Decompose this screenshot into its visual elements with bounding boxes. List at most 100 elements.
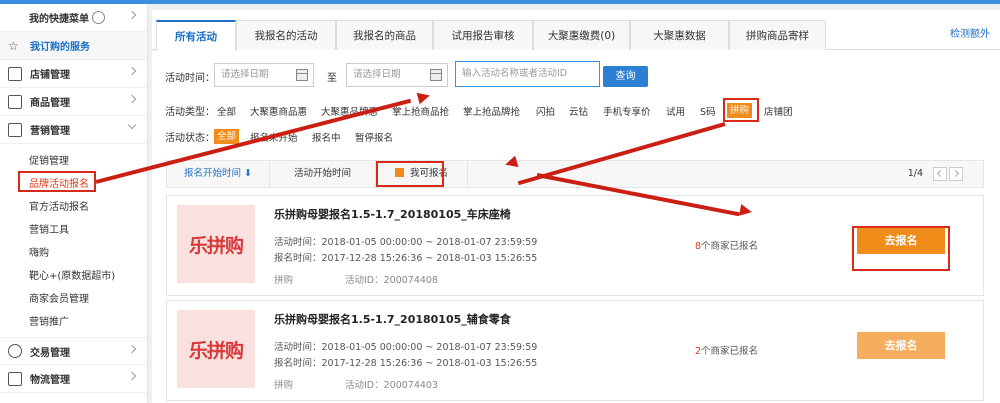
sidebar-subitem-member-mgmt[interactable]: 商家会员管理 [0, 288, 147, 311]
sidebar-subitem-haigou[interactable]: 嗨购 [0, 242, 147, 265]
activity-id: 活动ID：200074408 [345, 275, 439, 286]
sidebar-item-goods[interactable]: 商品管理 [0, 88, 147, 116]
highlight-box-pingou [723, 98, 759, 122]
truck-icon [8, 371, 22, 386]
end-date-input[interactable]: 请选择日期 [346, 63, 448, 87]
tab-all-activities[interactable]: 所有活动 [156, 20, 236, 51]
tab-jhs-payment[interactable]: 大聚惠缴费(0) [533, 20, 630, 50]
merchant-count-suffix: 个商家已报名 [701, 346, 759, 357]
activity-title[interactable]: 乐拼购母婴报名1.5-1.7_20180105_车床座椅 [274, 206, 511, 222]
type-option-jhs-goods[interactable]: 大聚惠商品惠 [250, 104, 307, 118]
chevron-right-icon [127, 66, 137, 76]
sort-activity-time[interactable]: 活动开始时间 [270, 161, 376, 187]
activity-status-label: 活动状态： [165, 133, 215, 144]
query-button[interactable]: 查询 [603, 66, 648, 87]
sidebar-item-my-services[interactable]: ☆ 我订购的服务 [0, 32, 147, 60]
pingou-logo-text: 乐拼购 [188, 339, 244, 362]
status-option-open[interactable]: 报名中 [312, 130, 341, 144]
signup-time: 报名时间：2017-12-28 15:26:36 ~ 2018-01-03 15… [274, 358, 538, 369]
sidebar-item-label: 交易管理 [30, 347, 70, 359]
highlight-box-signup-button [852, 226, 950, 271]
chevron-right-icon [127, 94, 137, 104]
briefcase-icon [8, 122, 22, 137]
sidebar-subitem-target-plus[interactable]: 靶心+(原数据超市) [0, 265, 147, 288]
tab-pingou-samples[interactable]: 拼购商品寄样 [729, 20, 826, 50]
activity-id: 活动ID：200074403 [345, 380, 439, 391]
type-option-yunzuan[interactable]: 云钻 [569, 104, 588, 118]
gear-icon[interactable] [92, 11, 105, 24]
merchant-count: 2个商家已报名 [695, 343, 758, 357]
type-option-trial[interactable]: 试用 [666, 104, 685, 118]
pingou-logo-text: 乐拼购 [188, 234, 244, 257]
status-option-paused[interactable]: 暂停报名 [355, 130, 393, 144]
chevron-down-icon [127, 120, 137, 130]
annotation-arrowhead [738, 203, 754, 219]
sidebar-item-label: 物流管理 [30, 375, 70, 386]
activity-search-input[interactable]: 输入活动名称或者活动ID [455, 61, 600, 87]
shop-icon [8, 66, 22, 81]
chevron-right-icon [127, 10, 137, 20]
type-option-zsq-goods[interactable]: 掌上抢商品抢 [392, 104, 449, 118]
signup-time: 报名时间：2017-12-28 15:26:36 ~ 2018-01-03 15… [274, 253, 538, 264]
tab-bar: 所有活动 我报名的活动 我报名的商品 试用报告审核 大聚惠缴费(0) 大聚惠数据… [152, 20, 1000, 51]
sidebar-item-label: 商品管理 [30, 98, 70, 109]
start-date-input[interactable]: 请选择日期 [214, 63, 314, 87]
tab-jhs-data[interactable]: 大聚惠数据 [630, 20, 729, 50]
sidebar-item-trade[interactable]: 交易管理 [0, 337, 147, 365]
status-option-all[interactable]: 全部 [214, 129, 240, 144]
main-panel: 所有活动 我报名的活动 我报名的商品 试用报告审核 大聚惠缴费(0) 大聚惠数据… [152, 10, 1000, 403]
activity-time-label: 活动时间： [165, 73, 215, 84]
tab-bar-link[interactable]: 检测额外 [950, 20, 990, 50]
sidebar-item-label: 我订购的服务 [30, 42, 90, 53]
yen-icon [8, 344, 22, 358]
type-option-scode[interactable]: S码 [700, 104, 716, 118]
activity-type-label: 活动类型： [165, 107, 215, 118]
sidebar-item-label: 营销管理 [30, 126, 70, 137]
sidebar-subitem-promotion-ads[interactable]: 营销推广 [0, 311, 147, 334]
activity-time: 活动时间：2018-01-05 00:00:00 ~ 2018-01-07 23… [274, 237, 538, 248]
calendar-icon[interactable] [296, 69, 308, 81]
page-indicator: 1/4 [907, 168, 923, 179]
date-range-separator: 至 [327, 73, 337, 84]
end-date-placeholder: 请选择日期 [353, 69, 401, 80]
star-icon: ☆ [8, 38, 19, 53]
sidebar: 我的快捷菜单 ☆ 我订购的服务 店铺管理 商品管理 营销管理 促销管理 品牌活动… [0, 4, 148, 403]
sidebar-subitem-marketing-tools[interactable]: 营销工具 [0, 219, 147, 242]
sidebar-item-marketing[interactable]: 营销管理 [0, 116, 147, 144]
type-option-all[interactable]: 全部 [217, 104, 236, 118]
sidebar-item-shop[interactable]: 店铺管理 [0, 60, 147, 88]
calendar-icon[interactable] [430, 69, 442, 81]
tab-my-goods[interactable]: 我报名的商品 [336, 20, 433, 50]
activity-type: 拼购 [274, 380, 294, 391]
merchant-count: 8个商家已报名 [695, 238, 758, 252]
next-page-button[interactable] [949, 167, 963, 181]
signup-button[interactable]: 去报名 [857, 332, 945, 359]
sidebar-item-logistics[interactable]: 物流管理 [0, 365, 147, 393]
chevron-right-icon [127, 344, 137, 354]
chevron-right-icon [127, 371, 137, 381]
start-date-placeholder: 请选择日期 [221, 69, 269, 80]
highlight-box-can-signup [376, 161, 444, 187]
type-option-zsq-brand[interactable]: 掌上抢品牌抢 [463, 104, 520, 118]
pingou-logo: 乐拼购 [177, 310, 255, 388]
sidebar-quick-menu[interactable]: 我的快捷菜单 [0, 4, 147, 32]
pingou-logo: 乐拼购 [177, 205, 255, 283]
type-option-shop-group[interactable]: 店铺团 [764, 104, 793, 118]
prev-page-button[interactable] [933, 167, 947, 181]
sidebar-quick-menu-label: 我的快捷菜单 [29, 14, 89, 25]
activity-title[interactable]: 乐拼购母婴报名1.5-1.7_20180105_辅食零食 [274, 311, 511, 327]
tab-my-activities[interactable]: 我报名的活动 [236, 20, 336, 50]
merchant-count-suffix: 个商家已报名 [701, 241, 759, 252]
goods-icon [8, 94, 22, 109]
sidebar-item-label: 店铺管理 [30, 70, 70, 81]
activity-card: 乐拼购 乐拼购母婴报名1.5-1.7_20180105_辅食零食 活动时间：20… [166, 300, 984, 401]
sort-signup-time[interactable]: 报名开始时间 ⬇ [167, 161, 270, 187]
activity-time: 活动时间：2018-01-05 00:00:00 ~ 2018-01-07 23… [274, 342, 538, 353]
tab-trial-review[interactable]: 试用报告审核 [433, 20, 533, 50]
type-option-flash[interactable]: 闪拍 [536, 104, 555, 118]
sidebar-subitem-promotion[interactable]: 促销管理 [0, 150, 147, 173]
activity-type: 拼购 [274, 275, 294, 286]
top-accent-bar [0, 0, 1000, 4]
sidebar-subitem-official-signup[interactable]: 官方活动报名 [0, 196, 147, 219]
type-option-mobile-price[interactable]: 手机专享价 [603, 104, 651, 118]
